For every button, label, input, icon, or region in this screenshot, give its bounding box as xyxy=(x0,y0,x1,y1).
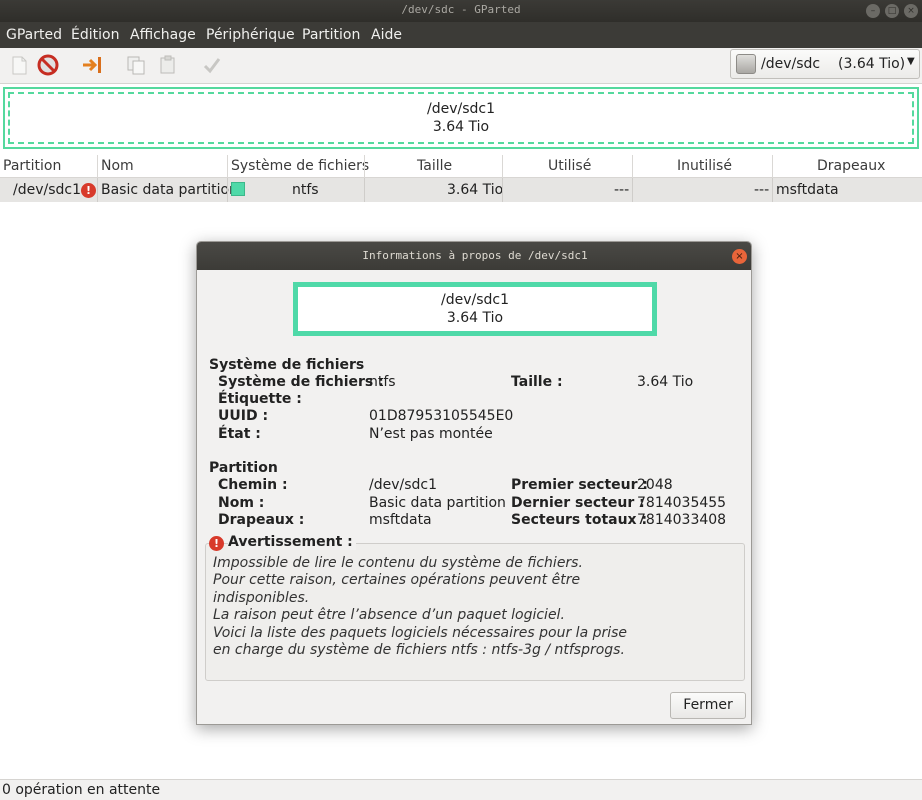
size-value: 3.64 Tio xyxy=(637,374,694,390)
chevron-down-icon: ▼ xyxy=(907,56,915,67)
error-icon: ! xyxy=(81,183,96,198)
fs-value: ntfs xyxy=(369,374,396,390)
column-header-inutilise[interactable]: Inutilisé xyxy=(677,158,732,174)
partition-table-header: Partition Nom Système de fichiers Taille… xyxy=(0,155,922,178)
partition-selection-outline xyxy=(8,92,914,144)
column-header-utilise[interactable]: Utilisé xyxy=(548,158,591,174)
warning-heading: Avertissement : xyxy=(228,534,356,550)
menu-affichage[interactable]: Affichage xyxy=(130,27,196,43)
device-name: /dev/sdc xyxy=(761,56,821,72)
warning-line: La raison peut être l’absence d’un paque… xyxy=(213,607,565,623)
column-header-drapeaux[interactable]: Drapeaux xyxy=(817,158,885,174)
resize-move-icon[interactable] xyxy=(81,54,103,76)
column-header-nom[interactable]: Nom xyxy=(101,158,134,174)
column-header-systeme[interactable]: Système de fichiers xyxy=(231,158,369,174)
cell-inutilise: --- xyxy=(754,182,770,198)
disk-map-size: 3.64 Tio xyxy=(432,119,490,135)
harddisk-icon xyxy=(736,54,756,74)
dialog-titlebar: Informations à propos de /dev/sdc1 × xyxy=(197,242,751,270)
maximize-icon[interactable]: □ xyxy=(885,4,899,18)
uuid-label: UUID : xyxy=(218,408,269,424)
disk-map-partition[interactable]: /dev/sdc1 3.64 Tio xyxy=(3,87,919,149)
delete-icon[interactable] xyxy=(37,54,59,76)
partition-section-heading: Partition xyxy=(209,460,278,476)
paste-icon[interactable] xyxy=(157,54,179,76)
menu-partition[interactable]: Partition xyxy=(302,27,360,43)
dialog-title: Informations à propos de /dev/sdc1 xyxy=(362,249,588,262)
total-sectors-label: Secteurs totaux : xyxy=(511,512,648,528)
dialog-map-size: 3.64 Tio xyxy=(446,310,504,326)
menu-edition[interactable]: Édition xyxy=(71,27,119,43)
name-value: Basic data partition xyxy=(369,495,506,511)
cell-fs: ntfs xyxy=(292,182,319,198)
close-window-icon[interactable]: × xyxy=(904,4,918,18)
menubar: GParted Édition Affichage Périphérique P… xyxy=(0,22,922,48)
filesystem-color-swatch xyxy=(231,182,245,196)
total-sectors-value: 7814033408 xyxy=(637,512,727,528)
flags-value: msftdata xyxy=(369,512,432,528)
close-button[interactable]: Fermer xyxy=(670,692,746,719)
fs-label: Système de fichiers : xyxy=(218,374,384,390)
pending-operations-status: 0 opération en attente xyxy=(2,782,161,798)
flags-label: Drapeaux : xyxy=(218,512,305,528)
warning-line: Impossible de lire le contenu du système… xyxy=(213,555,583,571)
warning-line: indisponibles. xyxy=(213,590,310,606)
table-row[interactable]: /dev/sdc1 ! Basic data partition ntfs 3.… xyxy=(0,178,922,202)
menu-aide[interactable]: Aide xyxy=(371,27,402,43)
fs-section-heading: Système de fichiers xyxy=(209,357,365,373)
warning-line: Voici la liste des paquets logiciels néc… xyxy=(213,625,628,641)
first-sector-value: 2048 xyxy=(637,477,673,493)
window-titlebar: /dev/sdc - GParted – □ × xyxy=(0,0,922,22)
dialog-partition-map: /dev/sdc1 3.64 Tio xyxy=(293,282,657,336)
size-label: Taille : xyxy=(511,374,563,390)
column-header-partition[interactable]: Partition xyxy=(3,158,61,174)
dialog-close-icon[interactable]: × xyxy=(732,249,747,264)
first-sector-label: Premier secteur : xyxy=(511,477,648,493)
menu-gparted[interactable]: GParted xyxy=(6,27,62,43)
cell-utilise: --- xyxy=(614,182,630,198)
cell-drapeaux: msftdata xyxy=(776,182,839,198)
warning-error-icon: ! xyxy=(209,536,224,551)
partition-info-dialog: Informations à propos de /dev/sdc1 × /de… xyxy=(196,241,752,725)
device-selector[interactable]: /dev/sdc (3.64 Tio) ▼ xyxy=(730,49,920,79)
last-sector-label: Dernier secteur : xyxy=(511,495,645,511)
copy-icon[interactable] xyxy=(125,54,147,76)
state-value: N’est pas montée xyxy=(369,426,493,442)
minimize-icon[interactable]: – xyxy=(866,4,880,18)
path-label: Chemin : xyxy=(218,477,288,493)
state-label: État : xyxy=(218,426,261,442)
uuid-value: 01D87953105545E0 xyxy=(369,408,514,424)
label-label: Étiquette : xyxy=(218,391,302,407)
cell-partition: /dev/sdc1 xyxy=(13,182,82,198)
dialog-map-name: /dev/sdc1 xyxy=(440,292,509,308)
disk-map-name: /dev/sdc1 xyxy=(426,101,495,117)
device-size: (3.64 Tio) xyxy=(838,56,906,72)
apply-icon[interactable] xyxy=(201,54,223,76)
warning-line: Pour cette raison, certaines opérations … xyxy=(213,572,581,588)
menu-peripherique[interactable]: Périphérique xyxy=(206,27,295,43)
status-bar: 0 opération en attente xyxy=(0,779,922,800)
warning-text-area[interactable]: Impossible de lire le contenu du système… xyxy=(205,543,745,681)
new-partition-icon[interactable] xyxy=(8,54,30,76)
name-label: Nom : xyxy=(218,495,265,511)
path-value: /dev/sdc1 xyxy=(369,477,438,493)
cell-nom: Basic data partition xyxy=(101,182,238,198)
column-header-taille[interactable]: Taille xyxy=(417,158,452,174)
window-title: /dev/sdc - GParted xyxy=(401,3,521,16)
warning-line: en charge du système de fichiers ntfs : … xyxy=(213,642,625,658)
last-sector-value: 7814035455 xyxy=(637,495,727,511)
cell-taille: 3.64 Tio xyxy=(447,182,504,198)
